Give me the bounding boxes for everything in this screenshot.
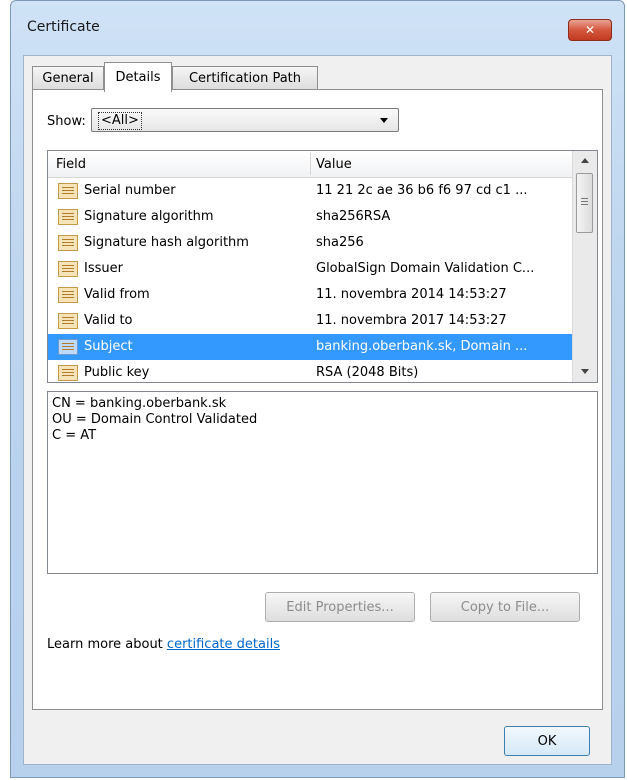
row-value: 11. novembra 2017 14:53:27 [316,313,507,328]
close-icon: ✕ [584,23,596,37]
certificate-field-icon [58,261,78,277]
detail-line: C = AT [52,428,97,443]
show-label: Show: [47,114,86,129]
tab-certification-path-label: Certification Path [188,71,302,86]
table-row[interactable]: Issuer GlobalSign Domain Validation C... [48,256,573,282]
tab-details[interactable]: Details [104,62,172,92]
field-value-details[interactable]: CN = banking.oberbank.sk OU = Domain Con… [47,391,598,574]
certificate-field-icon [58,209,78,225]
certificate-dialog: Certificate ✕ General Details Certificat… [10,0,625,778]
certificate-field-icon [58,287,78,303]
row-field: Valid to [84,313,133,328]
table-row[interactable]: Signature hash algorithm sha256 [48,230,573,256]
row-field: Signature algorithm [84,209,214,224]
table-row[interactable]: Valid from 11. novembra 2014 14:53:27 [48,282,573,308]
row-value: sha256RSA [316,209,391,224]
copy-to-file-button[interactable]: Copy to File... [430,592,580,622]
column-divider[interactable] [310,153,311,175]
row-field: Signature hash algorithm [84,235,249,250]
ok-button[interactable]: OK [504,726,590,756]
certificate-field-icon [58,313,78,329]
row-field: Subject [84,339,133,354]
tab-general-label: General [42,71,94,86]
window-title: Certificate [27,19,100,35]
tab-details-label: Details [115,70,161,85]
fields-list[interactable]: Field Value Serial number 11 21 2c ae 36… [47,150,598,383]
title-bar: Certificate ✕ [11,1,624,55]
grip-line [581,204,588,205]
column-header-value[interactable]: Value [316,157,352,172]
dialog-body: General Details Certification Path Show:… [23,55,612,765]
table-row[interactable]: Signature algorithm sha256RSA [48,204,573,230]
detail-line: OU = Domain Control Validated [52,412,258,427]
show-selected-value: <All> [98,112,142,130]
certificate-field-icon [58,339,78,355]
arrow-down-icon [581,369,589,374]
tab-certification-path[interactable]: Certification Path [172,66,318,90]
row-value: RSA (2048 Bits) [316,365,419,380]
details-panel: Show: <All> Field Value Serial number 11… [32,89,603,710]
chevron-down-icon [380,118,388,123]
table-row-selected[interactable]: Subject banking.oberbank.sk, Domain ... [48,334,573,360]
row-field: Valid from [84,287,150,302]
row-field: Issuer [84,261,123,276]
scroll-up-button[interactable] [573,151,597,171]
row-field: Public key [84,365,150,380]
table-row[interactable]: Public key RSA (2048 Bits) [48,360,573,382]
row-value: banking.oberbank.sk, Domain ... [316,339,528,354]
row-value: 11. novembra 2014 14:53:27 [316,287,507,302]
vertical-scrollbar[interactable] [572,151,597,382]
list-header: Field Value [48,151,573,178]
learn-more-prefix: Learn more about [47,637,167,652]
grip-line [581,201,588,202]
certificate-field-icon [58,183,78,199]
show-dropdown[interactable]: <All> [91,108,399,132]
tab-general[interactable]: General [32,66,104,90]
table-row[interactable]: Valid to 11. novembra 2017 14:53:27 [48,308,573,334]
certificate-field-icon [58,365,78,381]
learn-more-text: Learn more about certificate details [47,637,280,652]
detail-line: CN = banking.oberbank.sk [52,396,227,411]
row-value: GlobalSign Domain Validation C... [316,261,535,276]
scroll-thumb[interactable] [576,173,593,233]
row-value: 11 21 2c ae 36 b6 f6 97 cd c1 ... [316,183,528,198]
table-row[interactable]: Serial number 11 21 2c ae 36 b6 f6 97 cd… [48,178,573,204]
close-button[interactable]: ✕ [568,19,612,41]
column-header-field[interactable]: Field [56,157,86,172]
certificate-field-icon [58,235,78,251]
row-field: Serial number [84,183,176,198]
row-value: sha256 [316,235,364,250]
scroll-down-button[interactable] [573,362,597,382]
arrow-up-icon [581,158,589,163]
grip-line [581,198,588,199]
certificate-details-link[interactable]: certificate details [167,637,280,652]
edit-properties-button[interactable]: Edit Properties... [265,592,415,622]
